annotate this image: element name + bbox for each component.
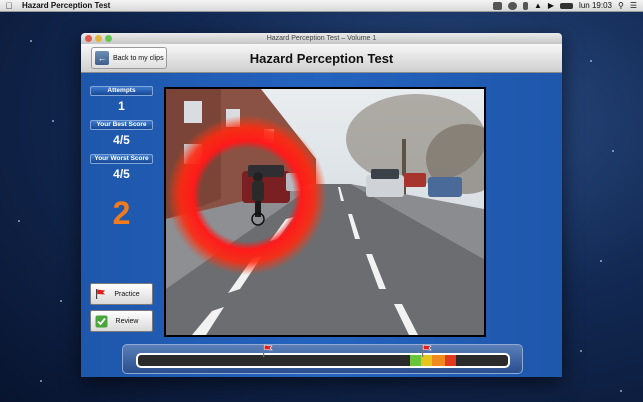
app-window: Hazard Perception Test – Volume 1 ← Back… (81, 33, 562, 377)
wifi-icon[interactable]: ▲ (534, 1, 542, 10)
zoom-button[interactable] (105, 35, 112, 42)
app-header: ← Back to my clips Hazard Perception Tes… (81, 44, 562, 73)
worst-score-value: 4/5 (113, 167, 130, 181)
window-titlebar[interactable]: Hazard Perception Test – Volume 1 (81, 33, 562, 44)
menu-clock[interactable]: lun 19:03 (579, 1, 612, 10)
window-title: Hazard Perception Test – Volume 1 (266, 35, 377, 42)
attempts-label: Attempts (90, 86, 153, 96)
window-controls (85, 35, 112, 42)
practice-button[interactable]: Practice (90, 283, 153, 305)
menu-app-name[interactable]: Hazard Perception Test (22, 1, 110, 10)
hazard-ring (167, 115, 327, 275)
battery-icon[interactable] (560, 2, 574, 9)
road-scene-image (166, 89, 484, 335)
user-flag-marker (261, 343, 273, 357)
review-button[interactable]: Review (90, 310, 153, 332)
timeline-track[interactable] (136, 353, 510, 368)
red-flag-icon (94, 287, 108, 301)
spotlight-icon[interactable]: ⚲ (618, 1, 624, 10)
bluetooth-icon[interactable] (522, 1, 528, 10)
hazard-flag-marker (420, 343, 432, 357)
volume-icon[interactable]: ▶ (548, 1, 554, 10)
attempts-value: 1 (118, 99, 125, 113)
time-machine-icon[interactable] (507, 1, 517, 10)
review-label: Review (115, 317, 139, 325)
main-content: Attempts 1 Your Best Score 4/5 Your Wors… (81, 73, 562, 377)
practice-label: Practice (114, 290, 140, 298)
checkmark-icon (94, 314, 108, 328)
video-clip-player[interactable] (164, 87, 486, 337)
worst-score-label: Your Worst Score (90, 154, 153, 164)
current-score: 2 (112, 195, 131, 231)
status-area: ▲ ▶ lun 19:03 ⚲ ☰ (492, 1, 643, 10)
timeline-bar[interactable] (138, 355, 508, 366)
minimize-button[interactable] (95, 35, 102, 42)
status-icon[interactable] (492, 1, 502, 10)
score-zone-4 (445, 355, 457, 366)
best-score-label: Your Best Score (90, 120, 153, 130)
notification-icon[interactable]: ☰ (630, 1, 637, 10)
timeline-panel (122, 344, 523, 374)
best-score-value: 4/5 (113, 133, 130, 147)
menu-bar:  Hazard Perception Test ▲ ▶ lun 19:03 ⚲… (0, 0, 643, 12)
apple-icon[interactable]:  (0, 1, 18, 11)
score-zone-3 (432, 355, 446, 366)
page-title: Hazard Perception Test (249, 51, 394, 66)
close-button[interactable] (85, 35, 92, 42)
